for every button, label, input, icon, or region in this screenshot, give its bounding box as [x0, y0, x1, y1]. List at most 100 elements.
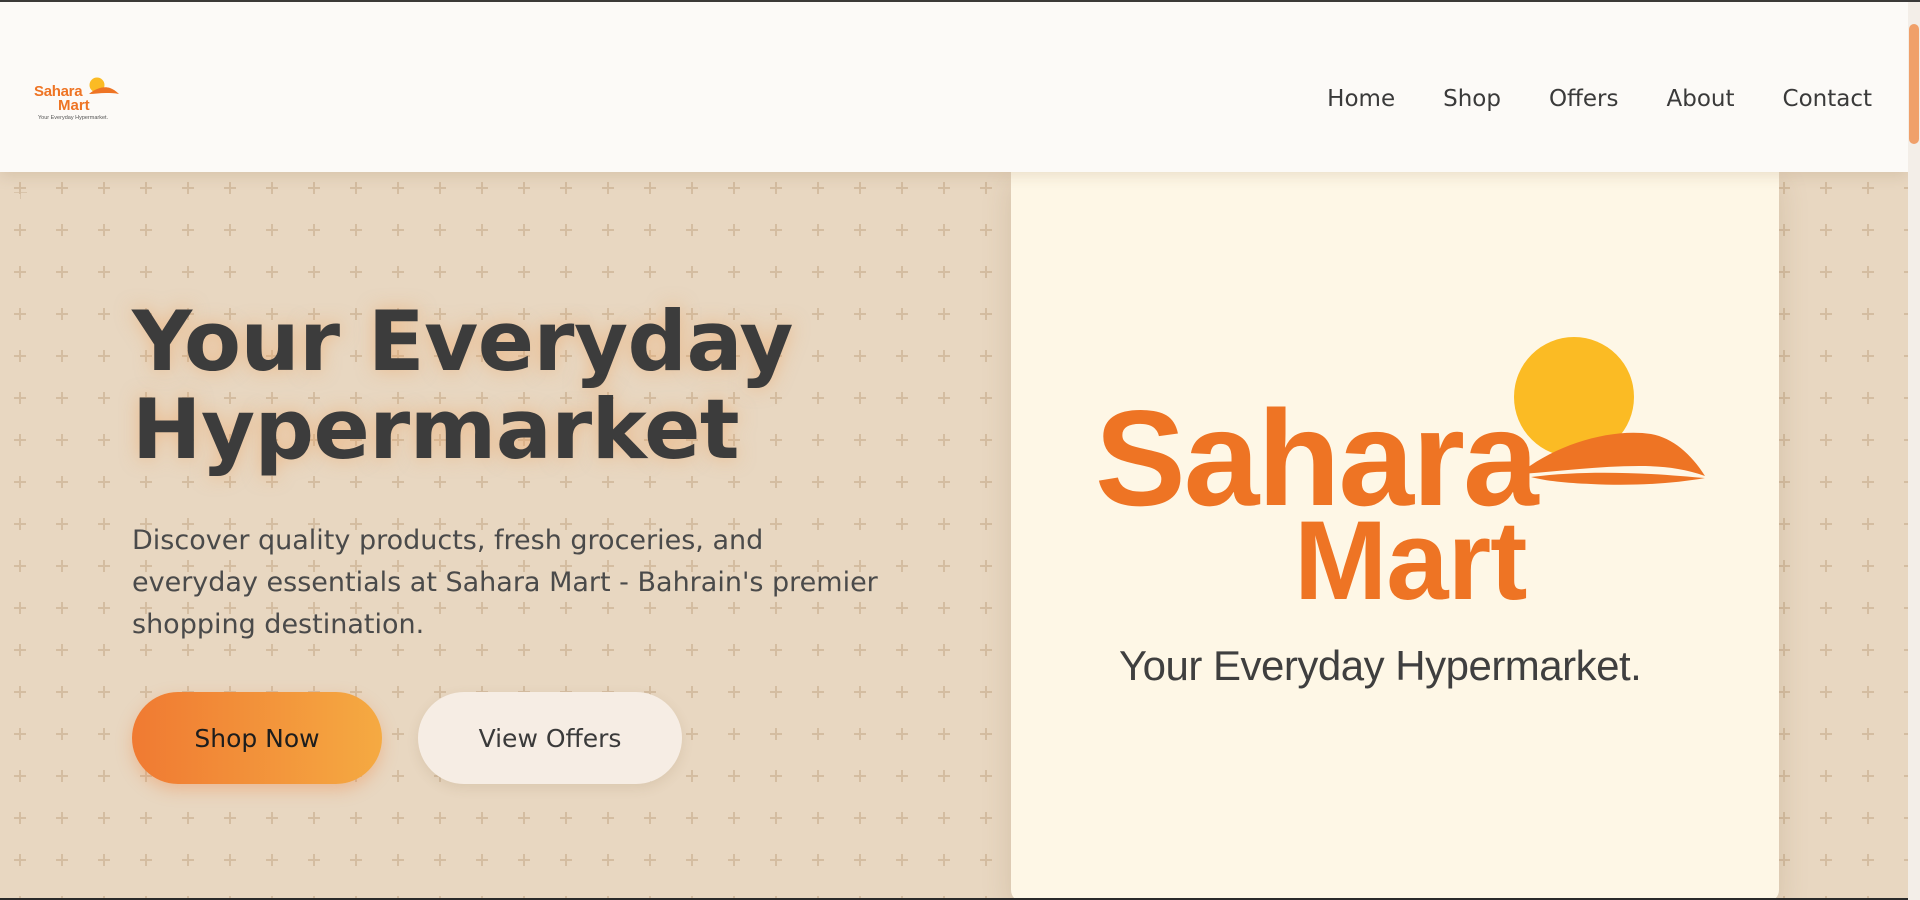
background-plus-mark	[98, 644, 110, 656]
background-plus-mark	[980, 770, 992, 782]
background-plus-mark	[14, 854, 26, 866]
background-plus-mark	[980, 812, 992, 824]
background-plus-mark	[56, 182, 68, 194]
background-plus-mark	[14, 182, 26, 194]
header-logo[interactable]: Sahara Mart Your Everyday Hypermarket.	[34, 76, 119, 124]
background-plus-mark	[1778, 560, 1790, 572]
background-plus-mark	[14, 602, 26, 614]
background-plus-mark	[980, 728, 992, 740]
background-plus-mark	[1778, 350, 1790, 362]
background-plus-mark	[56, 392, 68, 404]
background-plus-mark	[770, 182, 782, 194]
background-plus-mark	[980, 182, 992, 194]
shop-now-button[interactable]: Shop Now	[132, 692, 382, 784]
background-plus-mark	[476, 812, 488, 824]
background-plus-mark	[434, 224, 446, 236]
background-plus-mark	[350, 812, 362, 824]
background-plus-mark	[1862, 560, 1874, 572]
background-plus-mark	[56, 560, 68, 572]
background-plus-mark	[140, 224, 152, 236]
background-plus-mark	[1778, 266, 1790, 278]
background-plus-mark	[56, 812, 68, 824]
background-plus-mark	[56, 224, 68, 236]
background-plus-mark	[812, 854, 824, 866]
background-plus-mark	[938, 350, 950, 362]
background-plus-mark	[14, 518, 26, 530]
background-plus-mark	[56, 602, 68, 614]
background-plus-mark	[182, 854, 194, 866]
background-plus-mark	[686, 812, 698, 824]
background-plus-mark	[308, 266, 320, 278]
background-plus-mark	[98, 224, 110, 236]
background-plus-mark	[1820, 476, 1832, 488]
background-plus-mark	[728, 224, 740, 236]
background-plus-mark	[812, 770, 824, 782]
background-plus-mark	[392, 266, 404, 278]
background-plus-mark	[1820, 392, 1832, 404]
background-plus-mark	[980, 602, 992, 614]
background-plus-mark	[476, 224, 488, 236]
background-plus-mark	[728, 854, 740, 866]
background-plus-mark	[434, 182, 446, 194]
page-scrollbar[interactable]	[1908, 2, 1920, 900]
background-plus-mark	[1862, 686, 1874, 698]
background-plus-mark	[98, 812, 110, 824]
background-plus-mark	[686, 182, 698, 194]
nav-home-link[interactable]: Home	[1327, 86, 1395, 112]
background-plus-mark	[1778, 224, 1790, 236]
background-plus-mark	[1862, 518, 1874, 530]
nav-offers-link[interactable]: Offers	[1549, 86, 1619, 112]
background-plus-mark	[854, 224, 866, 236]
background-plus-mark	[812, 686, 824, 698]
nav-shop-link[interactable]: Shop	[1443, 86, 1501, 112]
background-plus-mark	[518, 182, 530, 194]
background-plus-mark	[14, 434, 26, 446]
scrollbar-thumb[interactable]	[1909, 24, 1919, 144]
background-plus-mark	[392, 224, 404, 236]
background-plus-mark	[938, 602, 950, 614]
background-plus-mark	[686, 854, 698, 866]
background-plus-mark	[854, 266, 866, 278]
background-plus-mark	[98, 392, 110, 404]
background-plus-mark	[98, 182, 110, 194]
background-plus-mark	[266, 224, 278, 236]
background-plus-mark	[938, 518, 950, 530]
background-plus-mark	[1778, 434, 1790, 446]
background-plus-mark	[896, 560, 908, 572]
background-plus-mark	[1778, 308, 1790, 320]
background-plus-mark	[1820, 224, 1832, 236]
background-plus-mark	[812, 182, 824, 194]
nav-about-link[interactable]: About	[1667, 86, 1735, 112]
background-plus-mark	[1862, 770, 1874, 782]
background-plus-mark	[728, 182, 740, 194]
background-plus-mark	[14, 644, 26, 656]
background-plus-mark	[434, 854, 446, 866]
background-plus-mark	[644, 854, 656, 866]
view-offers-button[interactable]: View Offers	[418, 692, 682, 784]
background-plus-mark	[896, 728, 908, 740]
background-plus-mark	[770, 812, 782, 824]
background-plus-mark	[98, 476, 110, 488]
site-header: Sahara Mart Your Everyday Hypermarket. H…	[0, 2, 1908, 172]
background-plus-mark	[392, 854, 404, 866]
background-plus-mark	[1820, 686, 1832, 698]
background-plus-mark	[224, 854, 236, 866]
background-plus-mark	[770, 224, 782, 236]
background-plus-mark	[602, 854, 614, 866]
background-plus-mark	[1862, 350, 1874, 362]
background-plus-mark	[938, 476, 950, 488]
background-plus-mark	[14, 770, 26, 782]
background-plus-mark	[14, 392, 26, 404]
background-plus-mark	[350, 266, 362, 278]
background-plus-mark	[938, 854, 950, 866]
hero-title: Your Everyday Hypermarket	[132, 298, 932, 474]
background-plus-mark	[938, 686, 950, 698]
background-plus-mark	[1820, 518, 1832, 530]
background-plus-mark	[896, 686, 908, 698]
background-plus-mark	[1862, 812, 1874, 824]
background-plus-mark	[518, 224, 530, 236]
background-plus-mark	[812, 812, 824, 824]
header-logo-word-2: Mart	[58, 97, 90, 114]
background-plus-mark	[1862, 644, 1874, 656]
nav-contact-link[interactable]: Contact	[1783, 86, 1872, 112]
